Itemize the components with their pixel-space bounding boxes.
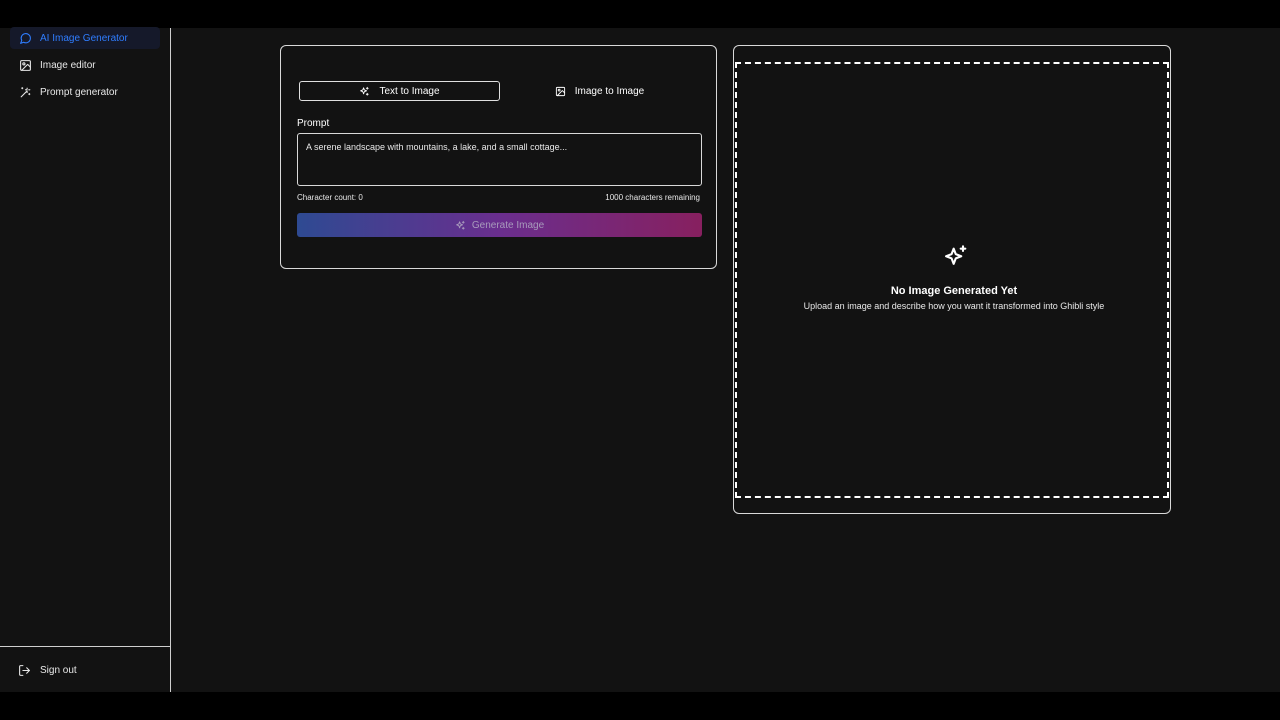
- sidebar-footer: Sign out: [0, 646, 170, 692]
- empty-state-title: No Image Generated Yet: [890, 285, 1018, 297]
- sparkles-icon: [455, 220, 466, 231]
- tab-label: Text to Image: [379, 85, 440, 97]
- tab-text-to-image[interactable]: Text to Image: [299, 81, 500, 101]
- sidebar-item-label: AI Image Generator: [40, 32, 128, 44]
- sidebar-item-image-editor[interactable]: Image editor: [10, 54, 160, 76]
- sidebar: AI Image Generator Image editor Prompt g…: [0, 27, 171, 692]
- sidebar-item-label: Prompt generator: [40, 86, 118, 98]
- tab-image-to-image[interactable]: Image to Image: [499, 81, 700, 101]
- app-screen: AI Image Generator Image editor Prompt g…: [0, 27, 1280, 692]
- output-panel: No Image Generated Yet Upload an image a…: [733, 45, 1171, 514]
- generate-image-button[interactable]: Generate Image: [297, 213, 702, 237]
- image-output-area: No Image Generated Yet Upload an image a…: [735, 62, 1169, 498]
- image-icon: [18, 58, 32, 72]
- prompt-label: Prompt: [297, 118, 330, 129]
- chat-bubble-icon: [18, 31, 32, 45]
- sign-out-label: Sign out: [40, 664, 77, 676]
- sidebar-item-ai-image-generator[interactable]: AI Image Generator: [10, 27, 160, 49]
- sign-out-button[interactable]: Sign out: [10, 659, 160, 681]
- character-count: Character count: 0: [297, 193, 363, 202]
- magic-wand-icon: [18, 85, 32, 99]
- generator-panel: Text to Image Image to Image Prompt Char…: [280, 45, 717, 269]
- image-icon: [555, 85, 567, 97]
- sparkles-icon: [942, 244, 970, 272]
- sparkles-icon: [359, 85, 371, 97]
- tab-label: Image to Image: [574, 85, 645, 97]
- empty-state-subtitle: Upload an image and describe how you wan…: [803, 301, 1105, 311]
- sidebar-item-label: Image editor: [40, 59, 96, 71]
- prompt-input[interactable]: [297, 133, 702, 186]
- characters-remaining: 1000 characters remaining: [605, 193, 700, 202]
- generate-button-label: Generate Image: [471, 219, 545, 231]
- sidebar-item-prompt-generator[interactable]: Prompt generator: [10, 81, 160, 103]
- sign-out-icon: [18, 663, 32, 677]
